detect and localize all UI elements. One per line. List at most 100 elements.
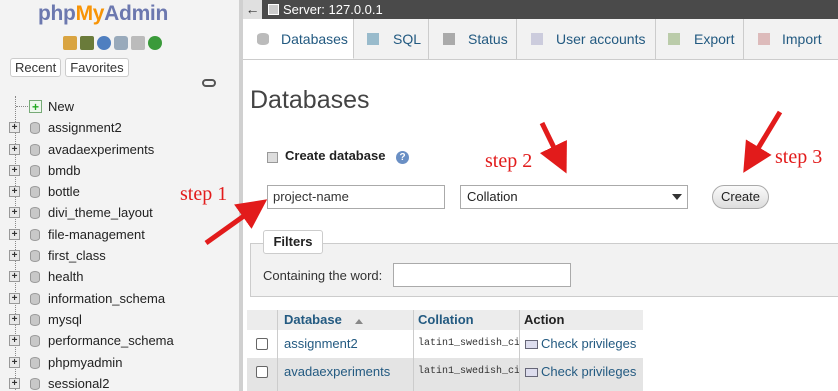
new-db-icon <box>29 97 42 118</box>
tree-item-new[interactable]: New <box>0 96 239 118</box>
database-tree: New + assignment2 + avadaexperiments + bmdb + b… <box>0 96 239 391</box>
database-icon <box>30 356 40 369</box>
settings-icon[interactable] <box>131 36 145 50</box>
database-name[interactable]: assignment2 <box>48 117 122 138</box>
tree-item-database[interactable]: + health <box>0 266 239 287</box>
tab-user-accounts[interactable]: User accounts <box>517 19 656 59</box>
database-icon <box>30 377 40 390</box>
check-privileges-link[interactable]: Check privileges <box>525 364 636 379</box>
docs-icon[interactable] <box>114 36 128 50</box>
database-name[interactable]: divi_theme_layout <box>48 202 153 223</box>
database-name-link[interactable]: assignment2 <box>284 336 358 351</box>
favorites-button[interactable]: Favorites <box>65 58 129 77</box>
expand-plus-icon[interactable]: + <box>9 186 20 198</box>
expand-plus-icon[interactable]: + <box>9 228 20 240</box>
database-name[interactable]: mysql <box>48 309 82 330</box>
help-icon[interactable]: ? <box>396 151 409 164</box>
database-icon <box>30 207 40 220</box>
expand-plus-icon[interactable]: + <box>9 164 20 176</box>
phpmyadmin-logo[interactable]: phpMyAdmin <box>38 2 168 26</box>
expand-plus-icon[interactable]: + <box>9 143 20 155</box>
status-icon <box>443 33 455 45</box>
help-icon[interactable] <box>97 36 111 50</box>
database-name[interactable]: avadaexperiments <box>48 139 154 160</box>
database-icon <box>30 271 40 284</box>
tree-item-database[interactable]: + first_class <box>0 245 239 266</box>
link-icon[interactable] <box>202 79 216 87</box>
row-checkbox[interactable] <box>256 338 268 350</box>
database-name[interactable]: performance_schema <box>48 330 174 351</box>
table-row: assignment2 latin1_swedish_ci Check priv… <box>247 330 643 358</box>
recent-button[interactable]: Recent <box>10 58 62 77</box>
server-label[interactable]: Server: 127.0.0.1 <box>283 2 383 17</box>
expand-plus-icon[interactable]: + <box>9 377 20 389</box>
collation-select[interactable]: Collation <box>460 185 688 209</box>
expand-plus-icon[interactable]: + <box>9 335 20 347</box>
sort-asc-icon[interactable] <box>355 319 363 324</box>
table-header: Database Collation Action <box>247 310 643 331</box>
expand-plus-icon[interactable]: + <box>9 313 20 325</box>
logout-icon[interactable] <box>80 36 94 50</box>
tab-status[interactable]: Status <box>429 19 517 59</box>
tab-import[interactable]: Import <box>744 19 838 59</box>
expand-plus-icon[interactable]: + <box>9 207 20 219</box>
collation-value: latin1_swedish_ci <box>418 338 521 349</box>
tree-item-database[interactable]: + performance_schema <box>0 330 239 351</box>
database-icon <box>30 122 40 135</box>
tab-sql[interactable]: SQL <box>354 19 429 59</box>
privileges-icon <box>525 340 538 350</box>
database-name[interactable]: phpmyadmin <box>48 352 122 373</box>
tree-item-database[interactable]: + assignment2 <box>0 117 239 138</box>
back-arrow-icon[interactable]: ← <box>243 0 262 19</box>
row-checkbox[interactable] <box>256 366 268 378</box>
tab-export[interactable]: Export <box>656 19 744 59</box>
database-icon <box>30 164 40 177</box>
filter-input[interactable] <box>393 263 571 287</box>
server-breadcrumb-bar: ← Server: 127.0.0.1 <box>243 0 838 19</box>
database-name[interactable]: first_class <box>48 245 106 266</box>
home-icon[interactable] <box>63 36 77 50</box>
database-name[interactable]: file-management <box>48 224 145 245</box>
tree-item-database[interactable]: + file-management <box>0 224 239 245</box>
export-icon <box>668 33 680 45</box>
privileges-icon <box>525 368 538 378</box>
tree-item-database[interactable]: + information_schema <box>0 288 239 309</box>
database-name-input[interactable]: project-name <box>267 185 445 209</box>
quick-icons <box>63 36 162 50</box>
main-menu: Databases SQL Status User accounts Expor… <box>243 19 838 60</box>
tab-databases[interactable]: Databases <box>243 19 354 59</box>
expand-plus-icon[interactable]: + <box>9 271 20 283</box>
collation-value: latin1_swedish_ci <box>418 366 521 377</box>
expand-plus-icon[interactable]: + <box>9 356 20 368</box>
database-icon <box>30 292 40 305</box>
database-name[interactable]: bottle <box>48 181 80 202</box>
database-icon <box>30 143 40 156</box>
expand-plus-icon[interactable]: + <box>9 122 20 134</box>
database-name-link[interactable]: avadaexperiments <box>284 364 390 379</box>
tree-item-database[interactable]: + mysql <box>0 309 239 330</box>
database-name[interactable]: health <box>48 266 83 287</box>
database-name[interactable]: sessional2 <box>48 373 109 391</box>
create-db-icon <box>267 152 278 163</box>
column-database[interactable]: Database <box>284 310 342 330</box>
tree-item-database[interactable]: + phpmyadmin <box>0 352 239 373</box>
page-title: Databases <box>250 86 370 114</box>
check-privileges-link[interactable]: Check privileges <box>525 336 636 351</box>
table-row: avadaexperiments latin1_swedish_ci Check… <box>247 358 643 391</box>
tree-item-database[interactable]: + avadaexperiments <box>0 139 239 160</box>
step-3-annotation: step 3 <box>775 146 823 168</box>
tree-item-database[interactable]: + bmdb <box>0 160 239 181</box>
database-name[interactable]: bmdb <box>48 160 81 181</box>
database-name[interactable]: information_schema <box>48 288 165 309</box>
create-button[interactable]: Create <box>712 185 769 209</box>
sql-icon <box>367 33 379 45</box>
expand-plus-icon[interactable]: + <box>9 250 20 262</box>
tree-item-database[interactable]: + sessional2 <box>0 373 239 391</box>
containing-word-label: Containing the word: <box>263 268 383 283</box>
step-2-annotation: step 2 <box>485 150 533 172</box>
reload-icon[interactable] <box>148 36 162 50</box>
expand-plus-icon[interactable]: + <box>9 292 20 304</box>
column-collation[interactable]: Collation <box>418 310 474 330</box>
chevron-down-icon <box>672 194 682 200</box>
database-icon <box>30 335 40 348</box>
